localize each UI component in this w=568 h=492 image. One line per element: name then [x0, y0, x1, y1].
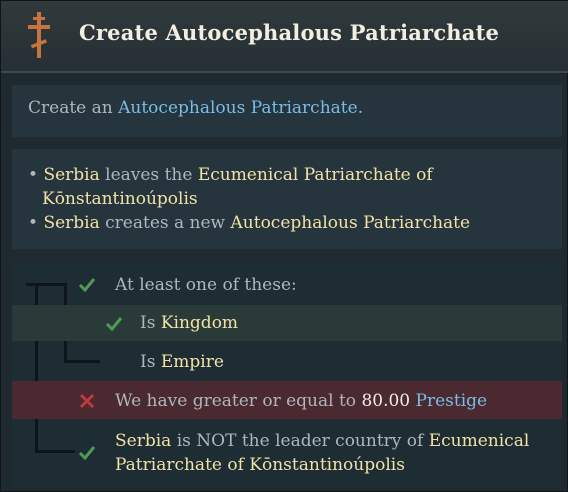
effects-panel: • Serbia leaves the Ecumenical Patriarch…: [12, 149, 562, 249]
requirement-prefix: Is: [140, 313, 161, 333]
requirement-row: Is Kingdom: [12, 305, 562, 341]
prestige-amount: 80.00: [361, 391, 411, 411]
requirement-row: Is Empire: [12, 343, 562, 379]
orthodox-cross-icon: [28, 12, 50, 58]
requirement-text: Is Empire: [140, 352, 224, 372]
effect-line: • Serbia creates a new Autocephalous Pat…: [28, 211, 562, 235]
ecumenical-patriarchate-name[interactable]: Ecumenical Patriarchate of: [198, 165, 433, 185]
ecumenical-patriarchate-name[interactable]: Ecumenical: [429, 431, 530, 451]
decision-window: Create Autocephalous Patriarchate Create…: [0, 0, 568, 492]
requirement-text: Is Kingdom: [140, 313, 238, 333]
requirement-row: Serbia is NOT the leader country of Ecum…: [12, 423, 562, 483]
effect-line: • Serbia leaves the Ecumenical Patriarch…: [28, 163, 562, 187]
description-suffix: .: [357, 98, 364, 118]
cross-icon: [79, 393, 95, 409]
country-serbia[interactable]: Serbia: [115, 431, 171, 451]
effect-verb: creates a new: [99, 213, 231, 233]
prestige-link[interactable]: Prestige: [416, 391, 488, 411]
requirements-panel: At least one of these: Is Kingdom Is Emp…: [12, 263, 562, 487]
empire-value[interactable]: Empire: [161, 352, 224, 372]
check-icon: [78, 446, 96, 461]
requirement-middle: is NOT the leader country of: [171, 431, 429, 451]
description-prefix: Create an: [28, 98, 119, 118]
window-header: Create Autocephalous Patriarchate: [1, 1, 568, 73]
autocephalous-patriarchate-link[interactable]: Autocephalous Patriarchate: [118, 98, 358, 118]
window-title: Create Autocephalous Patriarchate: [79, 20, 500, 45]
bullet: •: [28, 165, 39, 185]
effect-verb: leaves the: [99, 165, 198, 185]
country-serbia[interactable]: Serbia: [43, 213, 99, 233]
requirement-text: Serbia is NOT the leader country of Ecum…: [115, 429, 529, 477]
bullet: •: [28, 213, 39, 233]
requirement-text: At least one of these:: [115, 275, 297, 295]
check-icon: [105, 317, 123, 332]
description-panel: Create an Autocephalous Patriarchate.: [12, 85, 562, 137]
requirement-prefix: We have greater or equal to: [115, 391, 362, 411]
requirement-row: At least one of these:: [12, 267, 562, 303]
autocephalous-patriarchate-name[interactable]: Autocephalous Patriarchate: [231, 213, 471, 233]
kingdom-value[interactable]: Kingdom: [161, 313, 238, 333]
requirement-row-failed: We have greater or equal to 80.00 Presti…: [12, 381, 562, 419]
ecumenical-patriarchate-name-cont[interactable]: Patriarchate of Kōnstantinoúpolis: [115, 455, 405, 475]
effect-line-continued: Kōnstantinoúpolis: [28, 187, 562, 211]
requirement-text: We have greater or equal to 80.00 Presti…: [115, 391, 487, 411]
ecumenical-patriarchate-name-cont[interactable]: Kōnstantinoúpolis: [42, 189, 198, 209]
country-serbia[interactable]: Serbia: [43, 165, 99, 185]
check-icon: [78, 278, 96, 293]
requirement-prefix: Is: [140, 352, 161, 372]
